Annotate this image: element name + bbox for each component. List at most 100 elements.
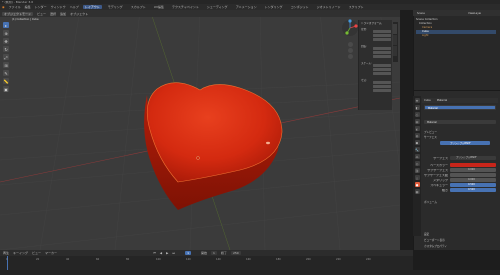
jump-end-icon[interactable]: ⏭ [172, 251, 175, 255]
subsurface-radius-field[interactable] [450, 173, 496, 177]
tool-tab-icon[interactable]: ⚒ [414, 98, 420, 103]
subsurface-field[interactable]: 0.000 [450, 168, 496, 172]
data-tab-icon[interactable]: △ [414, 175, 420, 180]
texture-tab-icon[interactable]: ▦ [414, 189, 420, 194]
location-y-field[interactable] [373, 34, 391, 37]
location-x-field[interactable] [373, 30, 391, 33]
material-datablock-selector[interactable]: Material [424, 120, 496, 124]
dimensions-x-field[interactable] [373, 81, 391, 84]
viewport-canvas[interactable] [0, 10, 400, 250]
workspace-tab-shading[interactable]: シェーディング [205, 5, 230, 9]
play-reverse-icon[interactable]: ◀ [160, 251, 162, 255]
section-surface[interactable]: サーフェス [424, 135, 498, 139]
navigation-gizmo[interactable] [340, 18, 360, 38]
scale-z-field[interactable] [373, 72, 391, 75]
output-tab-icon[interactable]: ⎙ [414, 112, 420, 117]
rotate-tool-icon[interactable]: ↻ [3, 46, 9, 52]
surface-shader-field[interactable]: プリンシプルBSDF [450, 156, 496, 160]
roughness-slider[interactable]: 0.500 [450, 188, 496, 192]
props-material-name[interactable]: Material [437, 99, 448, 102]
material-slot-list[interactable]: Material [424, 105, 496, 110]
current-frame-field[interactable]: 1 [185, 251, 192, 255]
view-layer-label[interactable]: ViewLayer [468, 12, 481, 15]
frame-start-field[interactable]: 1 [211, 251, 217, 255]
particles-tab-icon[interactable]: ⁂ [414, 154, 420, 159]
workspace-tab-modeling[interactable]: モデリング [106, 5, 125, 9]
blender-logo-icon[interactable]: ◉ [2, 5, 5, 9]
menu-edit[interactable]: 編集 [25, 5, 31, 9]
workspace-tab-texture-paint[interactable]: テクスチャペイント [170, 5, 201, 9]
timeline-tick-label: 0 [6, 258, 8, 261]
cursor-tool-icon[interactable]: ⊕ [3, 30, 9, 36]
add-menu[interactable]: 追加 [60, 12, 66, 16]
scale-y-field[interactable] [373, 68, 391, 71]
workspace-tab-uv[interactable]: UV編集 [152, 5, 166, 9]
pan-icon[interactable] [348, 48, 353, 53]
object-tab-icon[interactable]: ◼ [414, 140, 420, 145]
use-nodes-button[interactable]: プリンシプルBSDF [440, 141, 490, 145]
settings-row-custom-properties[interactable]: カスタムプロパティ [424, 244, 498, 248]
timeline-menu-keying[interactable]: キーイング [13, 251, 28, 255]
frame-end-field[interactable]: 250 [230, 251, 241, 255]
workspace-tab-compositing[interactable]: コンポジット [289, 5, 311, 9]
workspace-tab-layout[interactable]: レイアウト [82, 5, 102, 9]
section-preview[interactable]: プレビュー [424, 130, 498, 134]
base-color-swatch[interactable] [450, 163, 496, 167]
camera-view-icon[interactable] [348, 54, 353, 59]
material-slot-selected[interactable]: Material [425, 106, 495, 110]
rotation-z-field[interactable] [373, 55, 391, 58]
measure-tool-icon[interactable]: 📏 [3, 78, 9, 84]
move-tool-icon[interactable]: ✥ [3, 38, 9, 44]
constraints-tab-icon[interactable]: ⛓ [414, 168, 420, 173]
scale-tool-icon[interactable]: ⤢ [3, 54, 9, 60]
dimensions-z-field[interactable] [373, 89, 391, 92]
section-volume[interactable]: ボリューム [424, 200, 498, 204]
render-tab-icon[interactable]: ◧ [414, 105, 420, 110]
material-tab-icon[interactable]: ● [414, 182, 420, 187]
workspace-tab-rendering[interactable]: レンダリング [263, 5, 285, 9]
menu-window[interactable]: ウィンドウ [51, 5, 66, 9]
rotation-y-field[interactable] [373, 51, 391, 54]
timeline-menu-marker[interactable]: マーカー [45, 251, 57, 255]
scene-tab-icon[interactable]: ◭ [414, 126, 420, 131]
menu-file[interactable]: ファイル [9, 5, 21, 9]
rotation-x-field[interactable] [373, 47, 391, 50]
mode-selector[interactable]: オブジェクトモード [2, 11, 34, 16]
object-menu[interactable]: オブジェクト [70, 12, 88, 16]
metallic-field[interactable]: 0.000 [450, 178, 496, 182]
workspace-tab-scripting[interactable]: スクリプト [347, 5, 366, 9]
props-object-name[interactable]: Cube [424, 99, 431, 102]
play-icon[interactable]: ▶ [166, 251, 168, 255]
timeline-menu-view[interactable]: ビュー [32, 251, 41, 255]
annotate-tool-icon[interactable]: ✎ [3, 70, 9, 76]
select-tool-icon[interactable]: ▸ [3, 22, 9, 28]
select-menu[interactable]: 選択 [50, 12, 56, 16]
workspace-tab-geometry-nodes[interactable]: ジオメトリノード [315, 5, 343, 9]
world-tab-icon[interactable]: ◍ [414, 133, 420, 138]
settings-row-viewport-display[interactable]: ビューポート表示 [424, 238, 498, 242]
view-layer-tab-icon[interactable]: ▤ [414, 119, 420, 124]
location-z-field[interactable] [373, 38, 391, 41]
section-settings[interactable]: 設定 [424, 232, 498, 236]
modifier-tab-icon[interactable]: 🔧 [414, 147, 420, 152]
npanel-tab-tool[interactable] [393, 35, 397, 45]
menu-render[interactable]: レンダー [35, 5, 47, 9]
dimensions-y-field[interactable] [373, 85, 391, 88]
add-cube-tool-icon[interactable]: ▣ [3, 86, 9, 92]
outliner-item-light[interactable]: Light [416, 34, 496, 38]
physics-tab-icon[interactable]: ◎ [414, 161, 420, 166]
menu-help[interactable]: ヘルプ [70, 5, 79, 9]
zoom-icon[interactable] [348, 42, 353, 47]
view-menu[interactable]: ビュー [37, 12, 46, 16]
npanel-tab-view[interactable] [393, 46, 397, 56]
workspace-tab-animation[interactable]: アニメーション [234, 5, 259, 9]
timeline-menu-playback[interactable]: 再生 [3, 251, 9, 255]
specular-slider[interactable]: 0.500 [450, 183, 496, 187]
3d-viewport[interactable]: ユーザー・透視投影 (1) Collection | Cube [0, 10, 400, 250]
npanel-tab-item[interactable] [393, 24, 397, 34]
scene-label[interactable]: Scene [417, 12, 425, 15]
scale-x-field[interactable] [373, 64, 391, 67]
workspace-tab-sculpt[interactable]: スカルプト [129, 5, 148, 9]
jump-start-icon[interactable]: ⏮ [153, 251, 156, 255]
transform-tool-icon[interactable]: ⊞ [3, 62, 9, 68]
